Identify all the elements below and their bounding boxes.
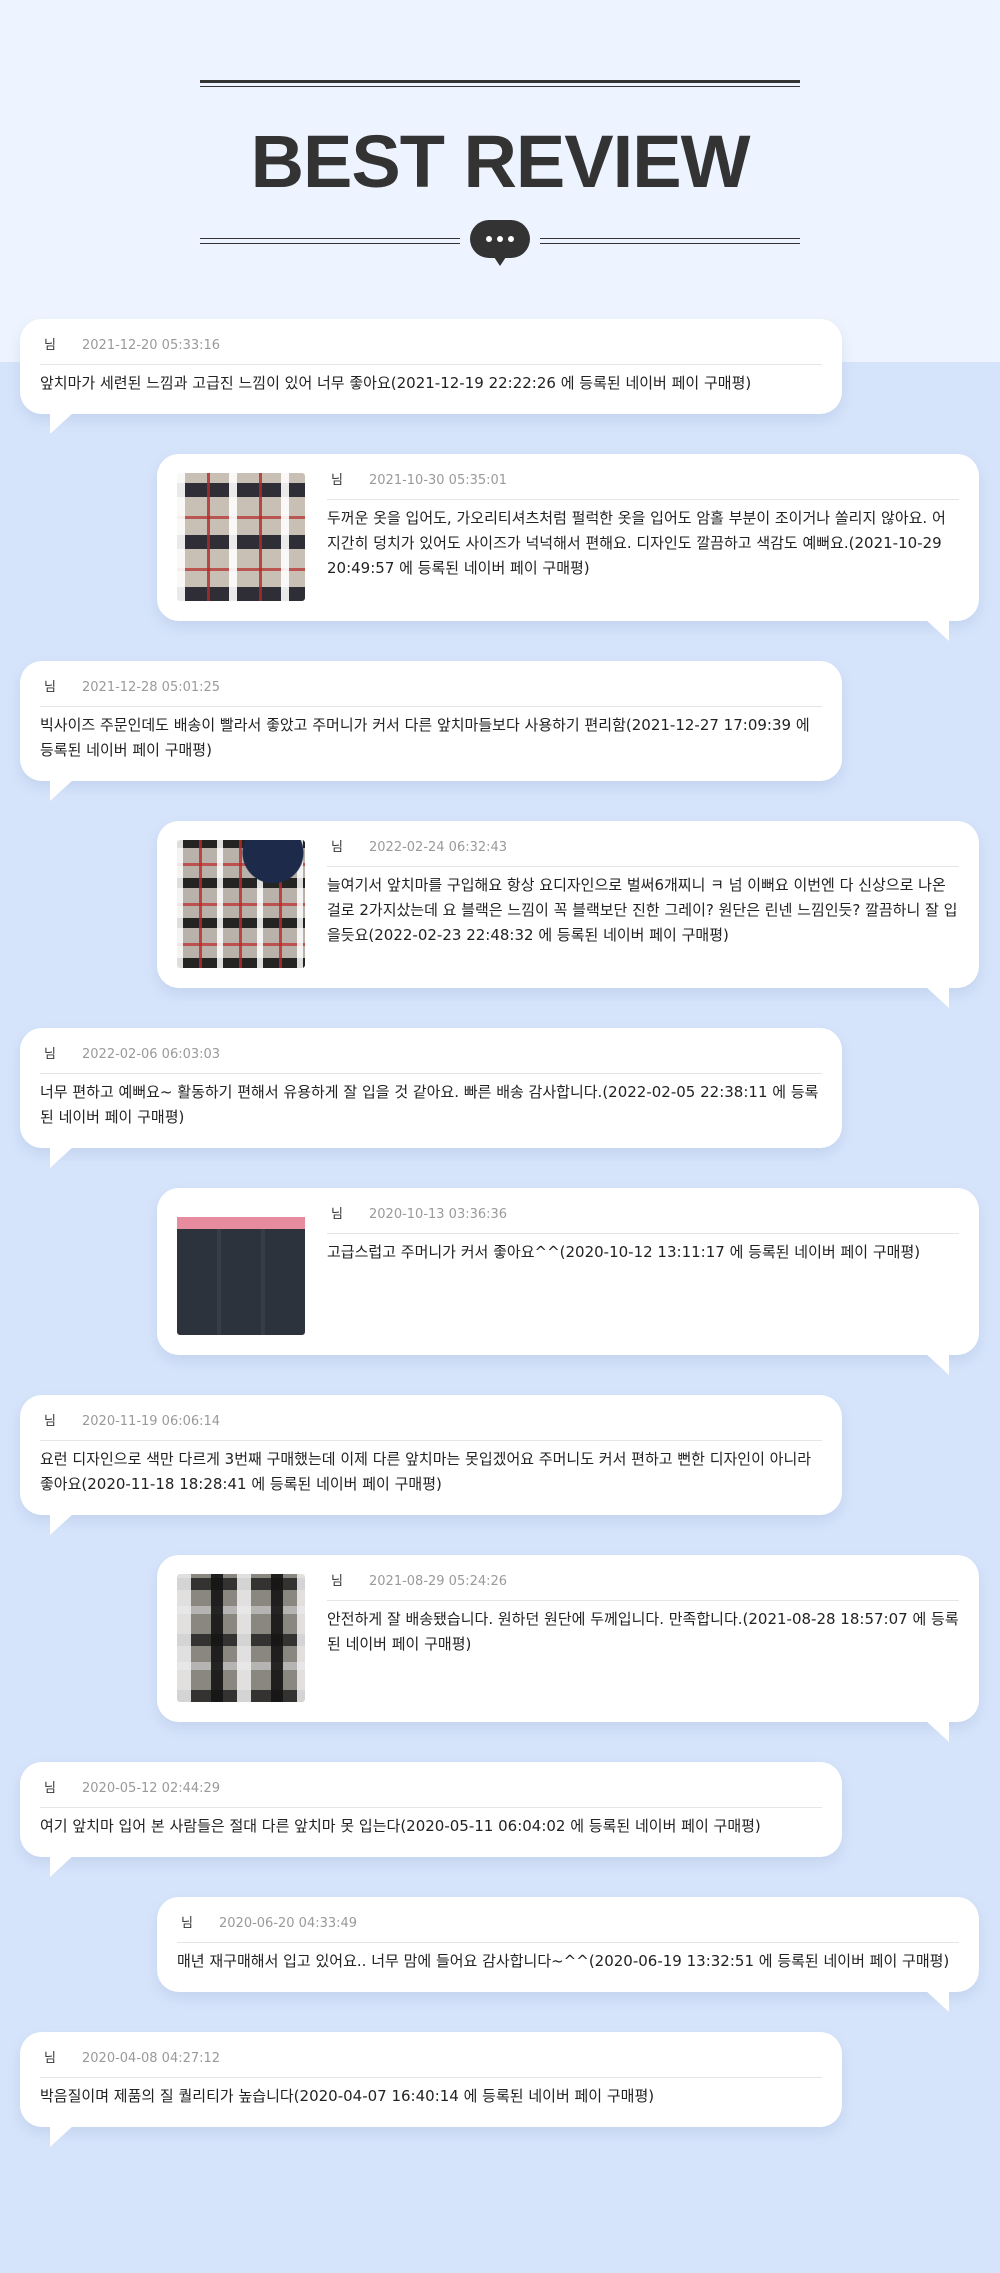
review-photo[interactable]	[177, 1207, 305, 1335]
header-rule-left	[200, 238, 460, 244]
review-meta: 님 2020-10-13 03:36:36	[327, 1204, 959, 1234]
review-meta: 님 2022-02-24 06:32:43	[327, 837, 959, 867]
review-body: 님 2020-10-13 03:36:36 고급스럽고 주머니가 커서 좋아요^…	[327, 1204, 959, 1265]
review-text: 앞치마가 세련된 느낌과 고급진 느낌이 있어 너무 좋아요(2021-12-1…	[40, 374, 752, 392]
review-meta: 님 2020-06-20 04:33:49	[177, 1913, 959, 1943]
review-text: 박음질이며 제품의 질 퀄리티가 높습니다(2020-04-07 16:40:1…	[40, 2087, 655, 2105]
review-author: 님	[44, 2051, 56, 2066]
review-meta: 님 2021-12-20 05:33:16	[40, 335, 822, 365]
review-author: 님	[331, 1207, 343, 1222]
review-card[interactable]: 님 2020-10-13 03:36:36 고급스럽고 주머니가 커서 좋아요^…	[157, 1188, 979, 1375]
review-author: 님	[44, 1047, 56, 1062]
review-text: 고급스럽고 주머니가 커서 좋아요^^(2020-10-12 13:11:17 …	[327, 1243, 921, 1261]
review-card[interactable]: 님 2022-02-06 06:03:03 너무 편하고 예뻐요~ 활동하기 편…	[20, 1028, 842, 1168]
review-date: 2020-06-20 04:33:49	[219, 1916, 358, 1931]
review-body: 님 2020-06-20 04:33:49 매년 재구매해서 입고 있어요.. …	[177, 1913, 959, 1974]
review-body: 님 2021-12-20 05:33:16 앞치마가 세련된 느낌과 고급진 느…	[40, 335, 822, 396]
review-meta: 님 2021-08-29 05:24:26	[327, 1571, 959, 1601]
review-card[interactable]: 님 2022-02-24 06:32:43 늘여기서 앞치마를 구입해요 항상 …	[157, 821, 979, 1008]
review-card[interactable]: 님 2020-04-08 04:27:12 박음질이며 제품의 질 퀄리티가 높…	[20, 2032, 842, 2147]
review-photo[interactable]	[177, 840, 305, 968]
review-text: 요런 디자인으로 색만 다르게 3번째 구매했는데 이제 다른 앞치마는 못입겠…	[40, 1450, 812, 1493]
review-author: 님	[331, 473, 343, 488]
review-card[interactable]: 님 2021-12-28 05:01:25 빅사이즈 주문인데도 배송이 빨라서…	[20, 661, 842, 801]
review-card[interactable]: 님 2020-06-20 04:33:49 매년 재구매해서 입고 있어요.. …	[157, 1897, 979, 2012]
review-date: 2020-04-08 04:27:12	[82, 2051, 221, 2066]
review-text: 두꺼운 옷을 입어도, 가오리티셔츠처럼 펄럭한 옷을 입어도 암홀 부분이 조…	[327, 509, 946, 577]
page-title: BEST REVIEW	[250, 120, 751, 203]
review-body: 님 2020-05-12 02:44:29 여기 앞치마 입어 본 사람들은 절…	[40, 1778, 822, 1839]
review-text: 여기 앞치마 입어 본 사람들은 절대 다른 앞치마 못 입는다(2020-05…	[40, 1817, 761, 1835]
review-text: 너무 편하고 예뻐요~ 활동하기 편해서 유용하게 잘 입을 것 같아요. 빠른…	[40, 1083, 819, 1126]
page-header: BEST REVIEW	[0, 0, 1000, 300]
review-meta: 님 2022-02-06 06:03:03	[40, 1044, 822, 1074]
review-author: 님	[331, 1574, 343, 1589]
review-text: 안전하게 잘 배송됐습니다. 원하던 원단에 두께입니다. 만족합니다.(202…	[327, 1610, 959, 1653]
review-date: 2021-10-30 05:35:01	[369, 473, 508, 488]
review-body: 님 2021-12-28 05:01:25 빅사이즈 주문인데도 배송이 빨라서…	[40, 677, 822, 763]
review-body: 님 2021-10-30 05:35:01 두꺼운 옷을 입어도, 가오리티셔츠…	[327, 470, 959, 581]
review-author: 님	[44, 338, 56, 353]
review-card[interactable]: 님 2021-10-30 05:35:01 두꺼운 옷을 입어도, 가오리티셔츠…	[157, 454, 979, 641]
review-text: 빅사이즈 주문인데도 배송이 빨라서 좋았고 주머니가 커서 다른 앞치마들보다…	[40, 716, 810, 759]
review-meta: 님 2020-05-12 02:44:29	[40, 1778, 822, 1808]
review-author: 님	[331, 840, 343, 855]
review-author: 님	[44, 1781, 56, 1796]
review-text: 늘여기서 앞치마를 구입해요 항상 요디자인으로 벌써6개찌니 ㅋ 넘 이뻐요 …	[327, 876, 958, 944]
review-date: 2020-05-12 02:44:29	[82, 1781, 221, 1796]
review-date: 2020-11-19 06:06:14	[82, 1414, 221, 1429]
review-card[interactable]: 님 2021-12-20 05:33:16 앞치마가 세련된 느낌과 고급진 느…	[20, 319, 842, 434]
header-top-rule	[200, 80, 800, 87]
review-body: 님 2021-08-29 05:24:26 안전하게 잘 배송됐습니다. 원하던…	[327, 1571, 959, 1657]
review-body: 님 2020-04-08 04:27:12 박음질이며 제품의 질 퀄리티가 높…	[40, 2048, 822, 2109]
review-photo[interactable]	[177, 473, 305, 601]
review-meta: 님 2020-11-19 06:06:14	[40, 1411, 822, 1441]
review-meta: 님 2021-12-28 05:01:25	[40, 677, 822, 707]
review-date: 2020-10-13 03:36:36	[369, 1207, 508, 1222]
review-author: 님	[44, 680, 56, 695]
review-card[interactable]: 님 2020-05-12 02:44:29 여기 앞치마 입어 본 사람들은 절…	[20, 1762, 842, 1877]
review-date: 2022-02-06 06:03:03	[82, 1047, 221, 1062]
review-author: 님	[181, 1916, 193, 1931]
review-date: 2022-02-24 06:32:43	[369, 840, 508, 855]
review-body: 님 2020-11-19 06:06:14 요런 디자인으로 색만 다르게 3번…	[40, 1411, 822, 1497]
review-meta: 님 2021-10-30 05:35:01	[327, 470, 959, 500]
review-card[interactable]: 님 2020-11-19 06:06:14 요런 디자인으로 색만 다르게 3번…	[20, 1395, 842, 1535]
review-body: 님 2022-02-06 06:03:03 너무 편하고 예뻐요~ 활동하기 편…	[40, 1044, 822, 1130]
review-card[interactable]: 님 2021-08-29 05:24:26 안전하게 잘 배송됐습니다. 원하던…	[157, 1555, 979, 1742]
review-date: 2021-12-28 05:01:25	[82, 680, 221, 695]
review-body: 님 2022-02-24 06:32:43 늘여기서 앞치마를 구입해요 항상 …	[327, 837, 959, 948]
review-photo[interactable]	[177, 1574, 305, 1702]
chat-bubble-icon	[470, 220, 530, 266]
review-text: 매년 재구매해서 입고 있어요.. 너무 맘에 들어요 감사합니다~^^(202…	[177, 1952, 950, 1970]
header-rule-right	[540, 238, 800, 244]
review-author: 님	[44, 1414, 56, 1429]
review-date: 2021-12-20 05:33:16	[82, 338, 221, 353]
review-date: 2021-08-29 05:24:26	[369, 1574, 508, 1589]
review-meta: 님 2020-04-08 04:27:12	[40, 2048, 822, 2078]
